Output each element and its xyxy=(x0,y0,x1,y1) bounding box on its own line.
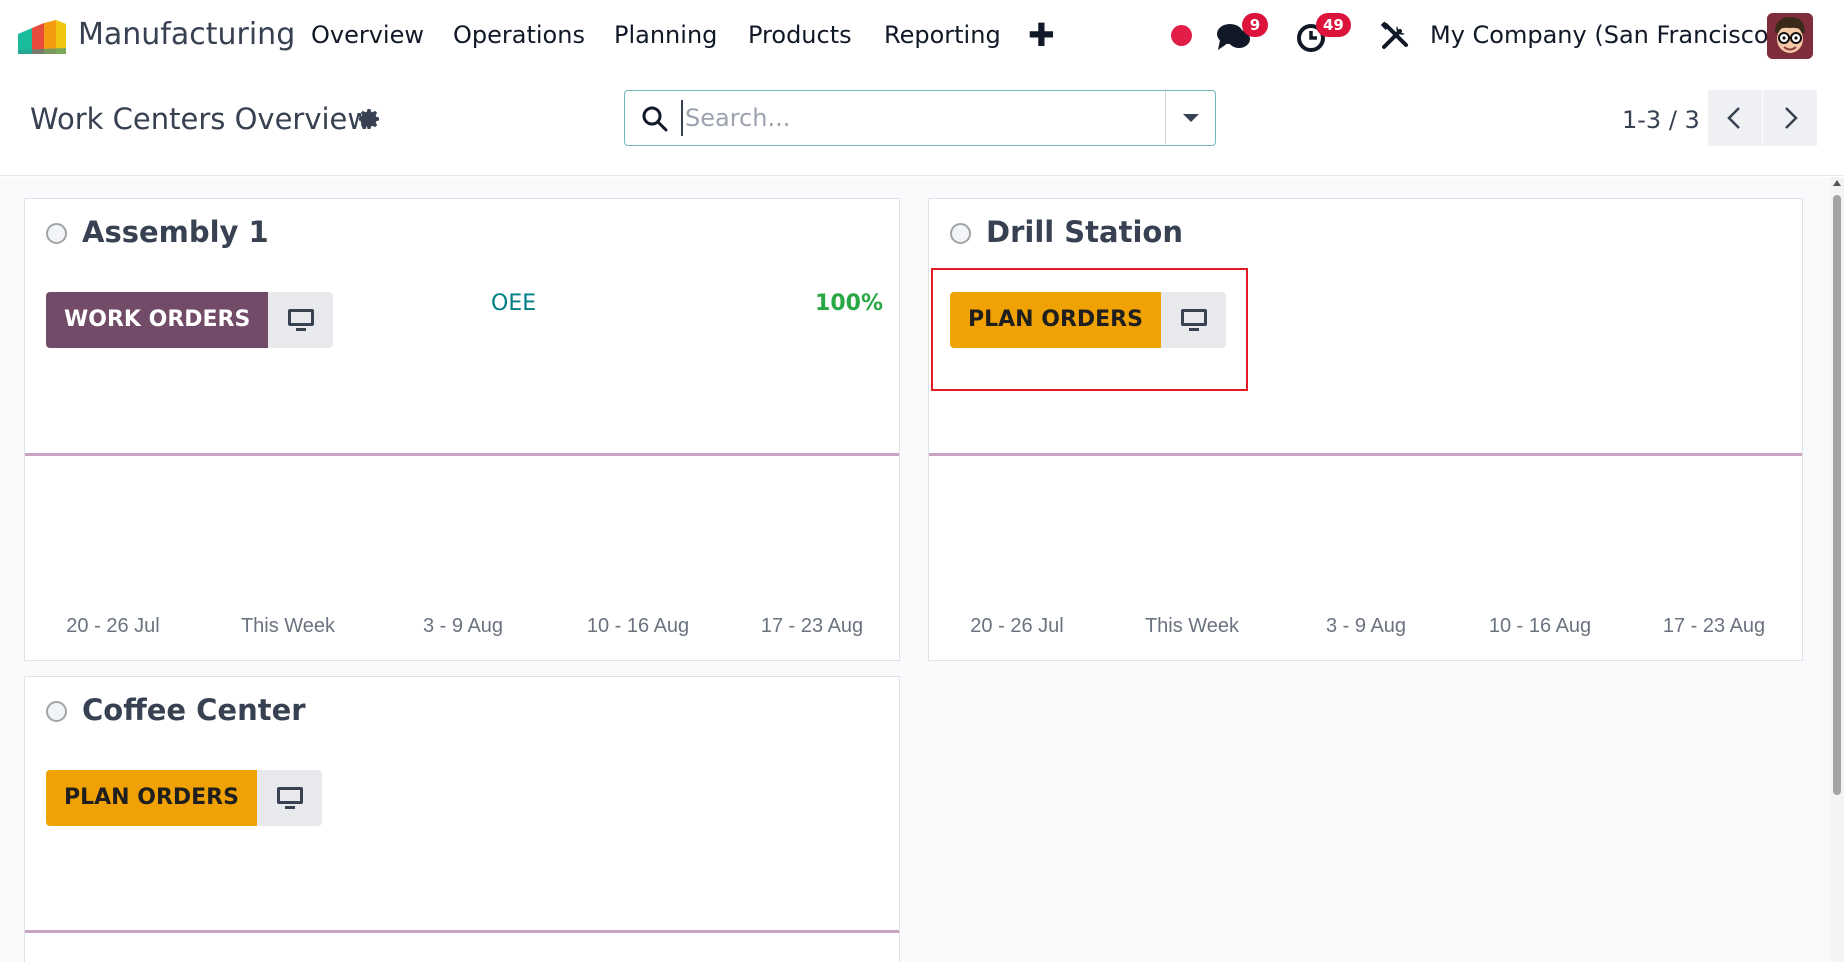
messages-button[interactable]: 9 xyxy=(1216,13,1276,54)
workcenter-name[interactable]: Drill Station xyxy=(986,215,1183,249)
tick-label: 3 - 9 Aug xyxy=(1325,615,1407,637)
messages-badge: 9 xyxy=(1242,13,1268,37)
tick-label: This Week xyxy=(240,615,336,637)
card-select-radio[interactable] xyxy=(46,701,67,722)
workload-chart-line xyxy=(929,453,1802,456)
workcenter-name[interactable]: Assembly 1 xyxy=(82,215,269,249)
search-icon xyxy=(642,106,668,132)
tick-label: 10 - 16 Aug xyxy=(1488,615,1592,637)
tick-label: 10 - 16 Aug xyxy=(586,615,690,637)
workcenter-name[interactable]: Coffee Center xyxy=(82,693,306,727)
pager-previous-button[interactable] xyxy=(1708,90,1762,146)
search-input[interactable] xyxy=(681,100,1141,136)
company-switcher[interactable]: My Company (San Francisco) xyxy=(1430,21,1778,49)
plan-orders-button[interactable]: PLAN ORDERS xyxy=(46,770,257,826)
tick-label: This Week xyxy=(1144,615,1240,637)
menu-overview[interactable]: Overview xyxy=(311,21,424,49)
oee-value: 100% xyxy=(815,291,883,316)
menu-products[interactable]: Products xyxy=(748,21,852,49)
work-orders-button[interactable]: WORK ORDERS xyxy=(46,292,269,348)
pager-value[interactable]: 1-3 / 3 xyxy=(1622,106,1700,134)
tick-label: 20 - 26 Jul xyxy=(66,615,160,637)
pager-next-button[interactable] xyxy=(1763,90,1817,146)
tick-label: 3 - 9 Aug xyxy=(422,615,504,637)
top-navbar: Manufacturing Overview Operations Planni… xyxy=(0,0,1844,72)
shop-floor-button[interactable] xyxy=(268,292,334,348)
highlight-annotation xyxy=(931,268,1248,391)
vertical-scrollbar[interactable] xyxy=(1830,177,1844,962)
user-avatar[interactable] xyxy=(1767,13,1813,59)
control-panel: Work Centers Overview 1-3 / 3 xyxy=(0,72,1844,176)
oee-label: OEE xyxy=(491,291,537,316)
workcenter-card-assembly-1[interactable]: Assembly 1 WORK ORDERS OEE 100% 20 - 26 … xyxy=(24,198,900,661)
shop-floor-button[interactable] xyxy=(256,770,322,826)
monitor-icon xyxy=(288,309,315,331)
kanban-view: Assembly 1 WORK ORDERS OEE 100% 20 - 26 … xyxy=(0,177,1830,962)
search-bar xyxy=(624,90,1216,146)
workload-chart-line xyxy=(25,453,899,456)
manufacturing-logo-icon[interactable] xyxy=(18,20,66,54)
workcenter-card-coffee-center[interactable]: Coffee Center PLAN ORDERS xyxy=(24,676,900,962)
menu-operations[interactable]: Operations xyxy=(453,21,585,49)
chevron-right-icon xyxy=(1785,107,1798,129)
gear-icon[interactable] xyxy=(358,107,382,131)
tools-icon[interactable] xyxy=(1380,21,1410,51)
tick-label: 17 - 23 Aug xyxy=(1662,615,1766,637)
activities-button[interactable]: 49 xyxy=(1295,13,1355,54)
card-button-group: PLAN ORDERS xyxy=(46,770,322,826)
scroll-thumb[interactable] xyxy=(1833,195,1841,795)
search-options-toggle[interactable] xyxy=(1165,91,1215,144)
card-select-radio[interactable] xyxy=(46,223,67,244)
menu-reporting[interactable]: Reporting xyxy=(884,21,1001,49)
workload-chart-line xyxy=(25,930,899,933)
tick-label: 20 - 26 Jul xyxy=(970,615,1064,637)
scroll-up-arrow-icon[interactable] xyxy=(1833,180,1841,186)
card-button-group: WORK ORDERS xyxy=(46,292,334,348)
tick-label: 17 - 23 Aug xyxy=(760,615,864,637)
page-title: Work Centers Overview xyxy=(30,102,372,136)
app-name[interactable]: Manufacturing xyxy=(78,17,295,52)
chevron-left-icon xyxy=(1727,107,1740,129)
card-select-radio[interactable] xyxy=(950,223,971,244)
menu-planning[interactable]: Planning xyxy=(614,21,717,49)
monitor-icon xyxy=(276,787,303,809)
plus-icon[interactable]: ✚ xyxy=(1028,16,1055,54)
avatar-face-icon xyxy=(1767,13,1813,59)
recording-indicator-icon[interactable] xyxy=(1171,25,1192,46)
activities-badge: 49 xyxy=(1316,13,1351,37)
